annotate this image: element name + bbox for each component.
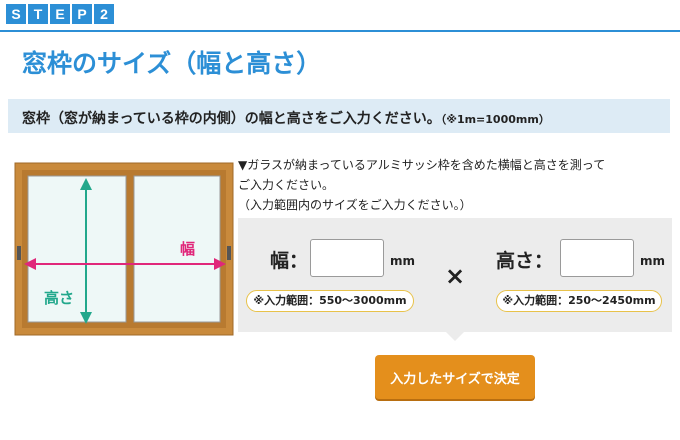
step-letter-e: E	[50, 4, 70, 24]
width-unit: mm	[390, 254, 416, 268]
height-label: 高さ	[44, 289, 74, 307]
width-range-note: ※入力範囲：550〜3000mm	[246, 290, 414, 312]
step-letter-p: P	[72, 4, 92, 24]
right-handle	[227, 246, 231, 260]
left-glass	[27, 175, 127, 323]
measurement-instructions: ▼ガラスが納まっているアルミサッシ枠を含めた横幅と高さを測って ご入力ください。…	[238, 155, 605, 215]
height-input[interactable]	[560, 239, 634, 277]
instruction-band: 窓枠（窓が納まっている枠の内側）の幅と高さをご入力ください。（※1m=1000m…	[8, 99, 670, 133]
confirm-size-button[interactable]: 入力したサイズで決定	[375, 355, 535, 399]
instruction-line-1: ▼ガラスが納まっているアルミサッシ枠を含めた横幅と高さを測って	[238, 158, 606, 172]
width-label: 幅	[180, 240, 195, 258]
step-badge: S T E P 2	[6, 4, 114, 24]
window-frame-illustration: 幅 高さ	[14, 162, 234, 336]
right-glass	[133, 175, 221, 323]
step-letter-s: S	[6, 4, 26, 24]
header-divider	[0, 30, 680, 32]
panel-pointer	[446, 332, 464, 341]
height-field-label: 高さ：	[496, 250, 554, 272]
width-input[interactable]	[310, 239, 384, 277]
band-main-text: 窓枠（窓が納まっている枠の内側）の幅と高さをご入力ください。	[22, 111, 441, 127]
height-unit: mm	[640, 254, 666, 268]
instruction-line-3: （入力範囲内のサイズをご入力ください。）	[238, 198, 472, 212]
page-title: 窓枠のサイズ（幅と高さ）	[22, 49, 322, 78]
step-number: 2	[94, 4, 114, 24]
width-field-label: 幅：	[270, 250, 309, 272]
size-input-panel: 幅： mm ※入力範囲：550〜3000mm × 高さ： mm ※入力範囲：25…	[238, 218, 672, 332]
height-range-note: ※入力範囲：250〜2450mm	[496, 290, 662, 312]
times-symbol: ×	[445, 262, 466, 290]
step-letter-t: T	[28, 4, 48, 24]
left-handle	[17, 246, 21, 260]
instruction-line-2: ご入力ください。	[238, 178, 335, 192]
band-note: （※1m=1000mm）	[440, 113, 550, 126]
band-text: 窓枠（窓が納まっている枠の内側）の幅と高さをご入力ください。（※1m=1000m…	[22, 108, 550, 128]
